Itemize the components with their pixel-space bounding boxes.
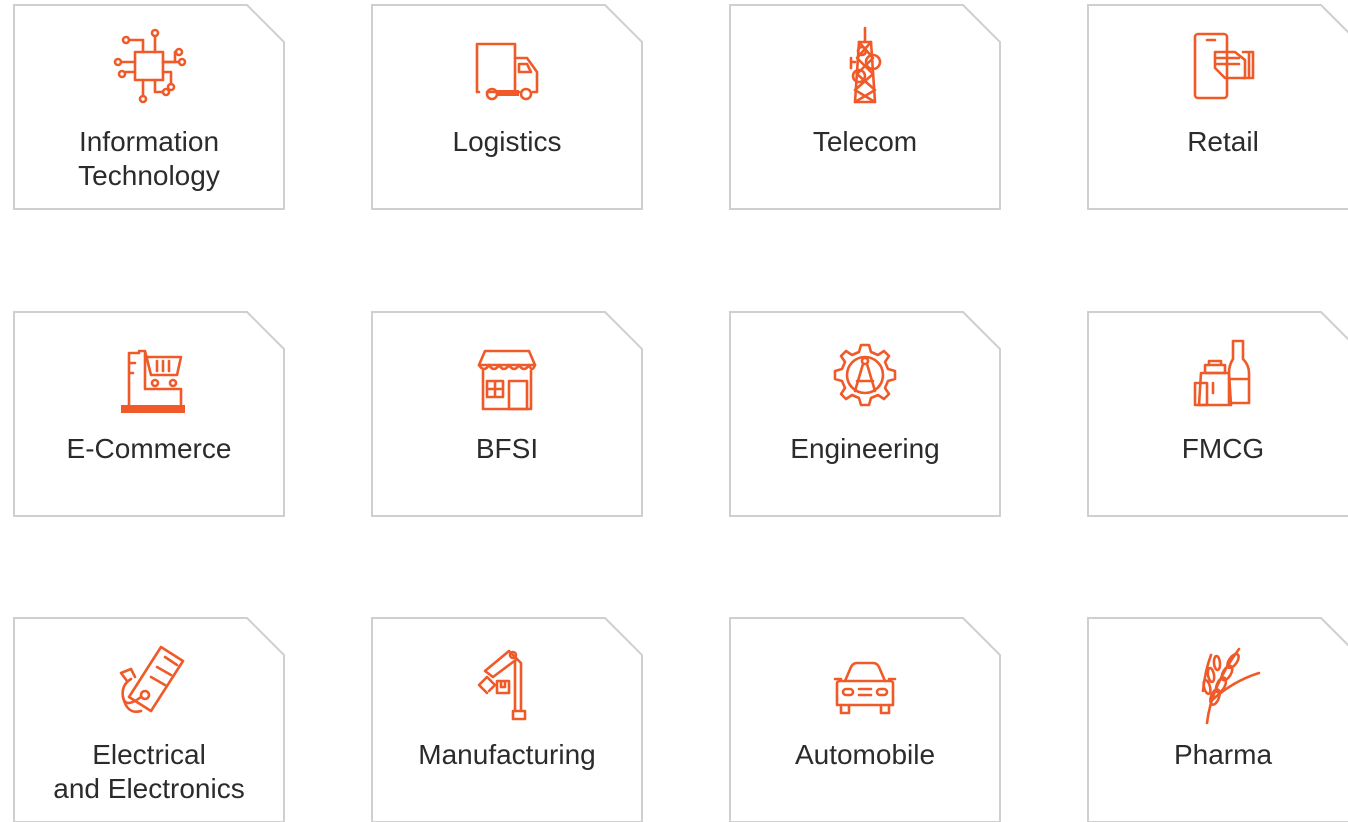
grocery-bottle-icon: [1173, 325, 1273, 425]
industry-label: Retail: [1187, 126, 1259, 157]
industry-card-pharma[interactable]: Pharma: [1087, 617, 1348, 822]
industry-card-telecom[interactable]: Telecom: [729, 4, 1001, 210]
industry-card-retail[interactable]: Retail: [1087, 4, 1348, 210]
industry-card-logistics[interactable]: Logistics: [371, 4, 643, 210]
compass-gear-icon: [815, 325, 915, 425]
industry-card-manufacturing[interactable]: Manufacturing: [371, 617, 643, 822]
industry-card-fmcg[interactable]: FMCG: [1087, 311, 1348, 517]
industry-label: Engineering: [790, 433, 940, 464]
car-front-icon: [815, 631, 915, 731]
circuit-chip-icon: [99, 18, 199, 118]
industry-label: Manufacturing: [418, 739, 596, 770]
industry-card-bfsi[interactable]: BFSI: [371, 311, 643, 517]
industry-label: Automobile: [794, 739, 936, 770]
delivery-truck-icon: [457, 18, 557, 118]
industry-label: Electrical and Electronics: [13, 738, 285, 806]
wheat-icon: [1173, 631, 1273, 731]
industry-label-line2: Technology: [78, 160, 220, 191]
industry-label: FMCG: [1181, 433, 1265, 464]
laptop-cart-icon: [99, 325, 199, 425]
cell-tower-icon: [815, 18, 915, 118]
industry-card-automobile[interactable]: Automobile: [729, 617, 1001, 822]
industry-card-information-technology[interactable]: Information Technology: [13, 4, 285, 210]
industry-label: Information Technology: [13, 125, 285, 193]
industry-label-line2: and Electronics: [53, 773, 245, 804]
industry-label: Logistics: [452, 126, 562, 157]
industry-label: BFSI: [475, 433, 539, 464]
storefront-icon: [457, 325, 557, 425]
industry-card-engineering[interactable]: Engineering: [729, 311, 1001, 517]
industry-card-electrical-and-electronics[interactable]: Electrical and Electronics: [13, 617, 285, 822]
industry-label: Pharma: [1173, 739, 1273, 770]
plug-cable-icon: [99, 631, 199, 731]
mobile-payment-icon: [1173, 18, 1273, 118]
robotic-arm-icon: [457, 631, 557, 731]
industry-label: E-Commerce: [66, 433, 232, 464]
industry-label: Telecom: [812, 126, 918, 157]
industry-label-line1: Information: [78, 126, 220, 157]
industry-card-e-commerce[interactable]: E-Commerce: [13, 311, 285, 517]
industry-label-line1: Electrical: [92, 739, 206, 770]
